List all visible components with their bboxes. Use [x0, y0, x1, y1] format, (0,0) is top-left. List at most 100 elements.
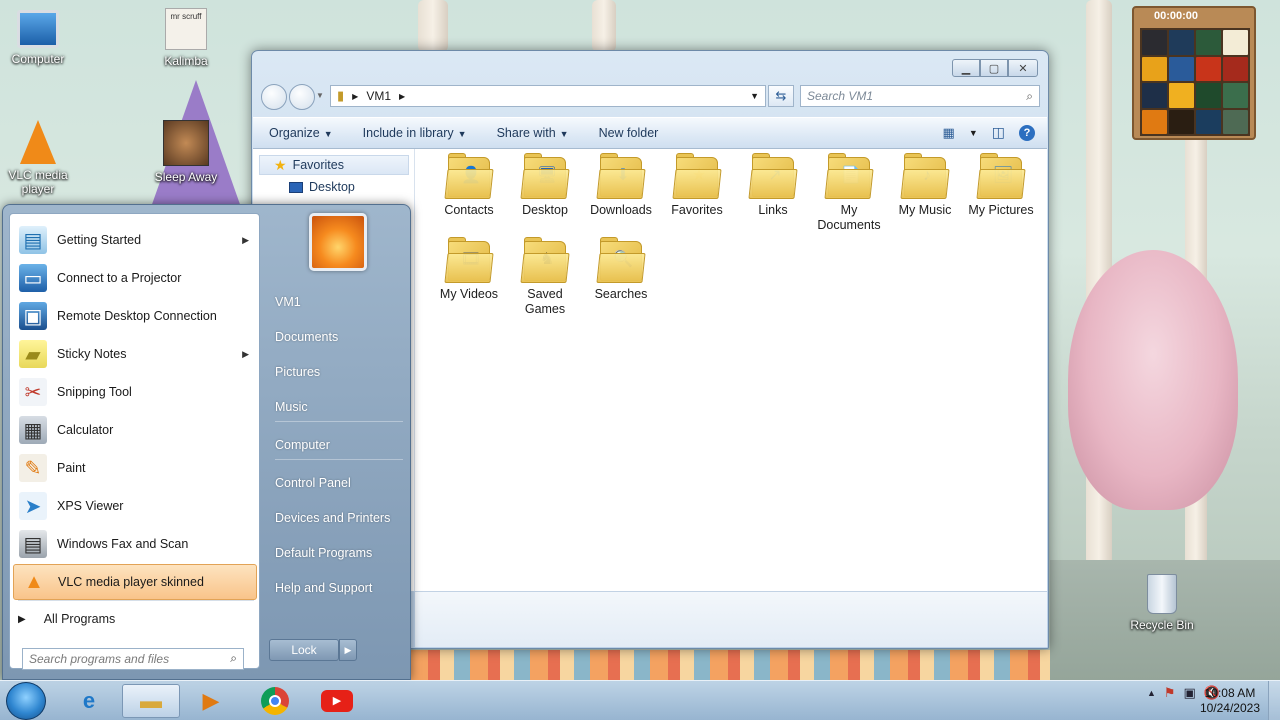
organize-menu[interactable]: Organize ▼	[269, 126, 333, 140]
refresh-button[interactable]: ⇆	[768, 85, 794, 107]
folder-item[interactable]: ♞ Saved Games	[507, 237, 583, 317]
address-dropdown-icon[interactable]: ▼	[750, 91, 759, 101]
puzzle-tile[interactable]	[1196, 30, 1221, 55]
clock[interactable]: 10:08 AM 10/24/2023	[1200, 686, 1260, 716]
preview-pane-icon[interactable]: ◫	[992, 124, 1005, 141]
desktop-icon-kalimba[interactable]: mr scruff Kalimba	[148, 8, 224, 68]
folder-item[interactable]: ★ Favorites	[659, 153, 735, 218]
show-desktop-button[interactable]	[1268, 681, 1280, 720]
puzzle-tile[interactable]	[1169, 83, 1194, 108]
user-picture[interactable]	[309, 213, 367, 271]
include-in-library-menu[interactable]: Include in library ▼	[363, 126, 467, 140]
recycle-bin-icon	[1147, 574, 1177, 614]
desktop-icon-computer[interactable]: Computer	[0, 10, 76, 66]
search-icon: ⌕	[230, 651, 237, 665]
file-explorer-icon[interactable]: ▬	[122, 684, 180, 718]
program-label: Snipping Tool	[57, 385, 132, 399]
folder-item[interactable]: 🔍 Searches	[583, 237, 659, 302]
minimize-button[interactable]: ▁	[952, 59, 980, 77]
puzzle-tile[interactable]	[1142, 30, 1167, 55]
command-bar: Organize ▼ Include in library ▼ Share with…	[253, 117, 1047, 149]
folder-item[interactable]: 🖥 Desktop	[507, 153, 583, 218]
start-program-item[interactable]: ▲ VLC media player skinned	[13, 564, 257, 600]
puzzle-tile[interactable]	[1223, 56, 1248, 81]
start-program-item[interactable]: ▦ Calculator	[13, 412, 257, 448]
clock-date: 10/24/2023	[1199, 701, 1260, 715]
start-program-item[interactable]: ▣ Remote Desktop Connection	[13, 298, 257, 334]
puzzle-tile[interactable]	[1196, 83, 1221, 108]
desktop-icon-recycle-bin[interactable]: Recycle Bin	[1124, 574, 1200, 632]
shutdown-options-arrow[interactable]: ▶	[339, 639, 357, 661]
internet-explorer-icon[interactable]: e	[60, 684, 118, 718]
desktop-icon-vlc[interactable]: VLC media player	[0, 120, 76, 196]
folder-item[interactable]: ⬇ Downloads	[583, 153, 659, 218]
help-icon[interactable]: ?	[1019, 124, 1035, 141]
start-programs-pane: ▶ All Programs Search programs and files…	[9, 213, 260, 670]
start-program-item[interactable]: ▤ Getting Started ▶	[13, 222, 257, 258]
folder-item[interactable]: 🖼 My Pictures	[963, 153, 1039, 218]
projector-icon: ▭	[19, 264, 47, 292]
start-link[interactable]: Computer	[275, 438, 330, 452]
view-options-dropdown[interactable]: ▼	[969, 128, 978, 138]
chrome-icon[interactable]	[246, 684, 304, 718]
start-link[interactable]: Control Panel	[275, 476, 351, 490]
folder-icon: 👤	[444, 153, 494, 199]
puzzle-tile[interactable]	[1169, 30, 1194, 55]
new-folder-button[interactable]: New folder	[599, 126, 659, 140]
picture-puzzle-gadget[interactable]: 00:00:00	[1132, 6, 1256, 140]
change-view-icon[interactable]: ▦	[943, 125, 955, 141]
start-link[interactable]: Music	[275, 400, 308, 414]
start-link[interactable]: Documents	[275, 330, 338, 344]
start-program-item[interactable]: ➤ XPS Viewer	[13, 488, 257, 524]
folder-label: Saved Games	[524, 287, 566, 316]
nav-item-favorites[interactable]: ★ Favorites	[259, 155, 409, 175]
show-hidden-icons-icon[interactable]: ▲	[1147, 688, 1156, 698]
folder-item[interactable]: ↗ Links	[735, 153, 811, 218]
start-button[interactable]	[6, 682, 46, 720]
search-input[interactable]: Search VM1 ⌕	[800, 85, 1040, 107]
folder-label: My Videos	[439, 287, 499, 301]
start-link[interactable]: Pictures	[275, 365, 320, 379]
nav-item-desktop[interactable]: Desktop	[289, 177, 355, 197]
breadcrumb-vm1[interactable]: VM1	[366, 89, 391, 103]
back-button[interactable]	[261, 84, 287, 110]
start-link[interactable]: Devices and Printers	[275, 511, 390, 525]
start-program-item[interactable]: ▤ Windows Fax and Scan	[13, 526, 257, 562]
start-link[interactable]: VM1	[275, 295, 301, 309]
start-search-input[interactable]: Search programs and files ⌕	[22, 648, 244, 670]
puzzle-tile[interactable]	[1223, 83, 1248, 108]
recent-pages-dropdown[interactable]: ▼	[316, 91, 324, 100]
puzzle-tile[interactable]	[1169, 109, 1194, 134]
puzzle-tile[interactable]	[1223, 30, 1248, 55]
lock-button[interactable]: Lock	[269, 639, 339, 661]
folder-item[interactable]: 👤 Contacts	[431, 153, 507, 218]
start-link[interactable]: Help and Support	[275, 581, 372, 595]
youtube-icon[interactable]: ▶	[308, 684, 366, 718]
start-link[interactable]: Default Programs	[275, 546, 372, 560]
puzzle-tile[interactable]	[1142, 83, 1167, 108]
folder-item[interactable]: 🎞 My Videos	[431, 237, 507, 302]
folder-label: Contacts	[444, 203, 494, 217]
start-program-item[interactable]: ▭ Connect to a Projector	[13, 260, 257, 296]
folder-item[interactable]: ♪ My Music	[887, 153, 963, 218]
puzzle-tile[interactable]	[1142, 56, 1167, 81]
close-button[interactable]: ✕	[1008, 59, 1038, 77]
puzzle-tile[interactable]	[1223, 109, 1248, 134]
puzzle-tile[interactable]	[1169, 56, 1194, 81]
network-icon[interactable]: ▣	[1184, 685, 1196, 701]
maximize-button[interactable]: ▢	[980, 59, 1008, 77]
puzzle-tile[interactable]	[1142, 109, 1167, 134]
start-program-item[interactable]: ✂ Snipping Tool	[13, 374, 257, 410]
folder-item[interactable]: 📄 My Documents	[811, 153, 887, 233]
all-programs-button[interactable]: ▶ All Programs	[18, 608, 115, 630]
forward-button[interactable]	[289, 84, 315, 110]
desktop-icon-sleep-away[interactable]: Sleep Away	[148, 120, 224, 184]
start-program-item[interactable]: ✎ Paint	[13, 450, 257, 486]
address-bar[interactable]: ▮ ▶ VM1 ▶ ▼	[330, 85, 766, 107]
start-program-item[interactable]: ▰ Sticky Notes ▶	[13, 336, 257, 372]
share-with-menu[interactable]: Share with ▼	[497, 126, 569, 140]
puzzle-tile[interactable]	[1196, 109, 1221, 134]
action-center-icon[interactable]: ⚑	[1164, 685, 1176, 701]
puzzle-tile[interactable]	[1196, 56, 1221, 81]
media-player-icon[interactable]: ▶	[182, 684, 240, 718]
